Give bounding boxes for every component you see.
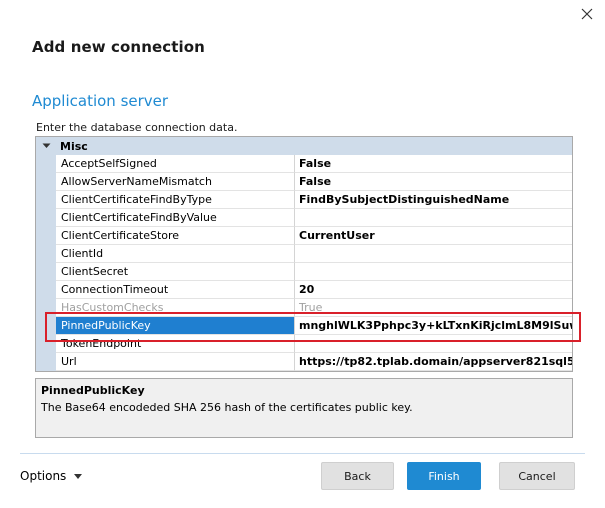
cancel-button[interactable]: Cancel bbox=[499, 462, 575, 490]
property-name[interactable]: ClientSecret bbox=[56, 263, 295, 281]
property-name[interactable]: Url bbox=[56, 353, 295, 371]
row-margin bbox=[36, 281, 56, 299]
property-name[interactable]: ConnectionTimeout bbox=[56, 281, 295, 299]
property-row[interactable]: ClientSecret bbox=[36, 263, 572, 281]
options-label: Options bbox=[20, 469, 67, 483]
property-value[interactable]: CurrentUser bbox=[295, 227, 572, 245]
property-name[interactable]: AcceptSelfSigned bbox=[56, 155, 295, 173]
property-row[interactable]: ClientCertificateFindByType FindBySubject… bbox=[36, 191, 572, 209]
property-value[interactable]: mnghlWLK3Pphpc3y+kLTxnKiRjclmL8M9lSuw4WS… bbox=[295, 317, 572, 335]
property-name[interactable]: ClientCertificateFindByType bbox=[56, 191, 295, 209]
property-row[interactable]: Url https://tp82.tplab.domain/appserver82… bbox=[36, 353, 572, 371]
back-button[interactable]: Back bbox=[321, 462, 394, 490]
property-name[interactable]: ClientCertificateFindByValue bbox=[56, 209, 295, 227]
options-dropdown[interactable]: Options bbox=[20, 467, 83, 485]
property-value[interactable]: False bbox=[295, 155, 572, 173]
row-margin bbox=[36, 191, 56, 209]
row-margin bbox=[36, 299, 56, 317]
description-panel: PinnedPublicKey The Base64 encodeded SHA… bbox=[35, 378, 573, 438]
property-name[interactable]: PinnedPublicKey bbox=[56, 317, 295, 335]
caret-down-icon bbox=[74, 473, 83, 479]
property-value[interactable] bbox=[295, 335, 572, 353]
property-name[interactable]: TokenEndpoint bbox=[56, 335, 295, 353]
property-row[interactable]: ClientCertificateFindByValue bbox=[36, 209, 572, 227]
row-margin bbox=[36, 155, 56, 173]
finish-button[interactable]: Finish bbox=[407, 462, 481, 490]
description-text: The Base64 encodeded SHA 256 hash of the… bbox=[41, 401, 413, 414]
footer-separator bbox=[20, 453, 585, 454]
row-margin bbox=[36, 245, 56, 263]
property-name[interactable]: HasCustomChecks bbox=[56, 299, 295, 317]
description-title: PinnedPublicKey bbox=[41, 384, 145, 397]
property-value[interactable] bbox=[295, 245, 572, 263]
property-value[interactable]: True bbox=[295, 299, 572, 317]
property-name[interactable]: ClientId bbox=[56, 245, 295, 263]
property-value[interactable] bbox=[295, 263, 572, 281]
row-margin bbox=[36, 317, 56, 335]
property-row[interactable]: ClientCertificateStore CurrentUser bbox=[36, 227, 572, 245]
category-label: Misc bbox=[60, 139, 88, 153]
close-button[interactable] bbox=[575, 2, 599, 26]
property-name[interactable]: ClientCertificateStore bbox=[56, 227, 295, 245]
property-row[interactable]: PinnedPublicKey mnghlWLK3Pphpc3y+kLTxnKiR… bbox=[36, 317, 572, 335]
category-row-misc[interactable]: Misc bbox=[36, 137, 572, 155]
property-value[interactable]: FindBySubjectDistinguishedName bbox=[295, 191, 572, 209]
property-grid[interactable]: Misc AcceptSelfSigned False AllowServerNam… bbox=[35, 136, 573, 372]
row-margin bbox=[36, 173, 56, 191]
row-margin bbox=[36, 335, 56, 353]
dialog-title: Add new connection bbox=[32, 38, 205, 56]
row-margin bbox=[36, 263, 56, 281]
property-row[interactable]: ConnectionTimeout 20 bbox=[36, 281, 572, 299]
property-name[interactable]: AllowServerNameMismatch bbox=[56, 173, 295, 191]
property-value[interactable] bbox=[295, 209, 572, 227]
close-icon bbox=[581, 8, 593, 20]
chevron-down-icon bbox=[42, 143, 50, 148]
section-title: Application server bbox=[32, 92, 169, 110]
row-margin bbox=[36, 227, 56, 245]
property-row[interactable]: AcceptSelfSigned False bbox=[36, 155, 572, 173]
property-value[interactable]: False bbox=[295, 173, 572, 191]
row-margin bbox=[36, 209, 56, 227]
property-row[interactable]: ClientId bbox=[36, 245, 572, 263]
row-margin bbox=[36, 353, 56, 371]
property-row[interactable]: AllowServerNameMismatch False bbox=[36, 173, 572, 191]
collapse-toggle[interactable] bbox=[36, 137, 56, 155]
instruction-text: Enter the database connection data. bbox=[36, 121, 238, 134]
property-value[interactable]: 20 bbox=[295, 281, 572, 299]
property-value[interactable]: https://tp82.tplab.domain/appserver821sq… bbox=[295, 353, 572, 371]
property-row[interactable]: TokenEndpoint bbox=[36, 335, 572, 353]
property-row[interactable]: HasCustomChecks True bbox=[36, 299, 572, 317]
